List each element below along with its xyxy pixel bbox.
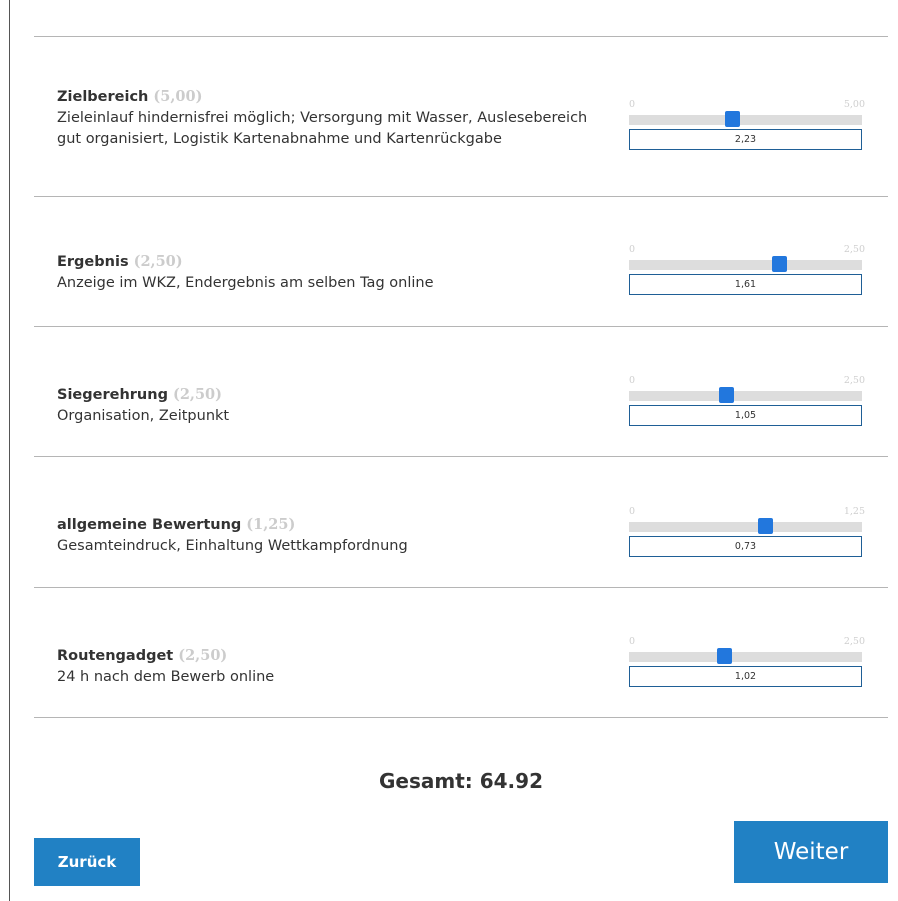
- rating-item-max: (5,00): [153, 88, 203, 105]
- rating-item-title: Zielbereich: [57, 89, 149, 105]
- divider: [34, 196, 888, 197]
- slider-track[interactable]: [629, 111, 862, 127]
- rating-item-description: Anzeige im WKZ, Endergebnis am selben Ta…: [57, 275, 434, 291]
- value-input[interactable]: 1,05: [629, 405, 862, 426]
- slider-track[interactable]: [629, 387, 862, 403]
- range-max-label: 2,50: [843, 375, 865, 386]
- rating-form: Zielbereich (5,00) Zieleinlauf hindernisf…: [34, 0, 888, 901]
- range-max-label: 5,00: [843, 99, 865, 110]
- next-button[interactable]: Weiter: [734, 821, 888, 883]
- rating-item-title: allgemeine Bewertung: [57, 517, 242, 533]
- divider: [34, 717, 888, 718]
- rating-item-title: Siegerehrung: [57, 387, 168, 403]
- slider-handle[interactable]: [758, 518, 773, 534]
- value-input[interactable]: 0,73: [629, 536, 862, 557]
- slider-track[interactable]: [629, 648, 862, 664]
- total-score: Gesamt: 64.92: [378, 769, 543, 793]
- rating-item-text: Zielbereich (5,00) Zieleinlauf hindernisf…: [57, 86, 597, 150]
- range-min-label: 0: [629, 244, 636, 255]
- value-input[interactable]: 1,02: [629, 666, 862, 687]
- slider-track[interactable]: [629, 256, 862, 272]
- divider: [34, 587, 888, 588]
- divider: [34, 456, 888, 457]
- back-button[interactable]: Zurück: [34, 838, 140, 886]
- rating-item-description: Gesamteindruck, Einhaltung Wettkampfordn…: [57, 538, 408, 554]
- range-min-label: 0: [629, 375, 636, 386]
- value-input[interactable]: 2,23: [629, 129, 862, 150]
- left-border: [9, 0, 10, 901]
- rating-item-max: (1,25): [246, 516, 296, 533]
- divider: [34, 326, 888, 327]
- rating-item-description: Zieleinlauf hindernisfrei möglich; Verso…: [57, 110, 588, 147]
- range-min-label: 0: [629, 636, 636, 647]
- rating-item-description: Organisation, Zeitpunkt: [57, 408, 230, 424]
- rating-item-text: Ergebnis (2,50) Anzeige im WKZ, Endergebn…: [57, 251, 597, 294]
- rating-item-title: Ergebnis: [57, 254, 129, 270]
- rating-item-text: Siegerehrung (2,50) Organisation, Zeitpun…: [57, 384, 597, 427]
- slider-handle[interactable]: [725, 111, 740, 127]
- rating-item-title: Routengadget: [57, 648, 174, 664]
- range-max-label: 1,25: [843, 506, 865, 517]
- range-min-label: 0: [629, 99, 636, 110]
- rating-item-max: (2,50): [133, 253, 183, 270]
- rating-item-text: Routengadget (2,50) 24 h nach dem Bewerb …: [57, 645, 597, 688]
- rating-item-description: 24 h nach dem Bewerb online: [57, 669, 275, 685]
- rating-item-max: (2,50): [178, 647, 228, 664]
- value-input[interactable]: 1,61: [629, 274, 862, 295]
- range-max-label: 2,50: [843, 636, 865, 647]
- slider-track[interactable]: [629, 518, 862, 534]
- slider-handle[interactable]: [717, 648, 732, 664]
- range-min-label: 0: [629, 506, 636, 517]
- range-max-label: 2,50: [843, 244, 865, 255]
- divider: [34, 36, 888, 37]
- slider-handle[interactable]: [719, 387, 734, 403]
- rating-item-max: (2,50): [172, 386, 222, 403]
- slider-handle[interactable]: [772, 256, 787, 272]
- rating-item-text: allgemeine Bewertung (1,25) Gesamteindruc…: [57, 514, 597, 557]
